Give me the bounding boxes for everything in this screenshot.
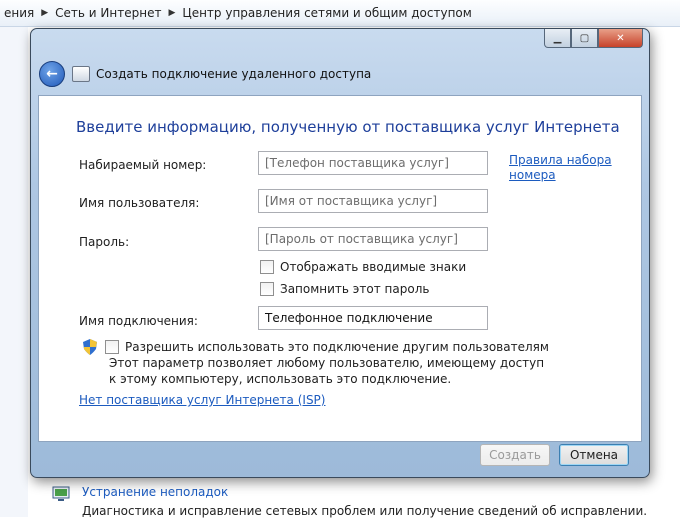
allow-others-checkbox[interactable] [105, 340, 119, 354]
create-button[interactable]: Создать [480, 444, 550, 466]
troubleshoot-link[interactable]: Устранение неполадок [82, 485, 228, 499]
dialog-footer: Создать Отмена [38, 440, 640, 476]
dialog-title: Создать подключение удаленного доступа [96, 67, 372, 81]
breadcrumb-item-partial[interactable]: ения [4, 6, 34, 20]
allow-others-label: Разрешить использовать это подключение д… [125, 340, 549, 354]
uac-shield-icon [83, 339, 97, 355]
window-controls: ▁ ▢ ✕ [544, 29, 643, 48]
background-nav-pane [0, 27, 28, 517]
allow-others-option[interactable]: Разрешить использовать это подключение д… [83, 339, 549, 355]
maximize-button[interactable]: ▢ [571, 29, 598, 48]
password-input[interactable]: [Пароль от поставщика услуг] [258, 227, 488, 251]
allow-others-hint: Этот параметр позволяет любому пользоват… [109, 356, 545, 386]
maximize-icon: ▢ [579, 32, 590, 44]
dialog-titlebar: ← Создать подключение удаленного доступа [39, 59, 371, 89]
show-chars-label: Отображать вводимые знаки [280, 260, 467, 274]
cancel-button[interactable]: Отмена [559, 444, 629, 466]
remember-password-option[interactable]: Запомнить этот пароль [260, 282, 429, 296]
troubleshoot-icon [52, 486, 70, 501]
password-label: Пароль: [79, 235, 130, 249]
page-heading: Введите информацию, полученную от постав… [76, 118, 620, 136]
phone-input[interactable]: [Телефон поставщика услуг] [258, 151, 488, 175]
breadcrumb: ения ▶ Сеть и Интернет ▶ Центр управлени… [0, 0, 680, 27]
dialing-rules-link[interactable]: Правила набора [509, 153, 612, 167]
close-button[interactable]: ✕ [598, 29, 643, 48]
remember-password-checkbox[interactable] [260, 282, 274, 296]
dialing-rules-link-cont[interactable]: номера [509, 168, 556, 182]
show-chars-checkbox[interactable] [260, 260, 274, 274]
connection-name-label: Имя подключения: [79, 314, 198, 328]
breadcrumb-item-network-center[interactable]: Центр управления сетями и общим доступом [182, 6, 471, 20]
breadcrumb-item-network[interactable]: Сеть и Интернет [55, 6, 161, 20]
phone-label: Набираемый номер: [79, 158, 207, 172]
no-isp-link[interactable]: Нет поставщика услуг Интернета (ISP) [79, 393, 325, 407]
dialup-connection-icon [72, 66, 90, 82]
minimize-icon: ▁ [553, 32, 562, 44]
dialog-content: Введите информацию, полученную от постав… [38, 95, 642, 442]
back-button[interactable]: ← [39, 61, 65, 87]
back-arrow-icon: ← [46, 66, 58, 82]
connection-name-input[interactable]: Телефонное подключение [258, 306, 488, 330]
breadcrumb-separator-icon[interactable]: ▶ [168, 8, 175, 18]
username-input[interactable]: [Имя от поставщика услуг] [258, 189, 488, 213]
remember-password-label: Запомнить этот пароль [280, 282, 430, 296]
dialup-dialog: ▁ ▢ ✕ ← Создать подключение удаленного д… [30, 28, 650, 478]
close-icon: ✕ [616, 32, 625, 44]
troubleshoot-description: Диагностика и исправление сетевых пробле… [82, 504, 648, 518]
breadcrumb-separator-icon[interactable]: ▶ [41, 8, 48, 18]
username-label: Имя пользователя: [79, 196, 200, 210]
minimize-button[interactable]: ▁ [544, 29, 571, 48]
show-chars-option[interactable]: Отображать вводимые знаки [260, 260, 466, 274]
